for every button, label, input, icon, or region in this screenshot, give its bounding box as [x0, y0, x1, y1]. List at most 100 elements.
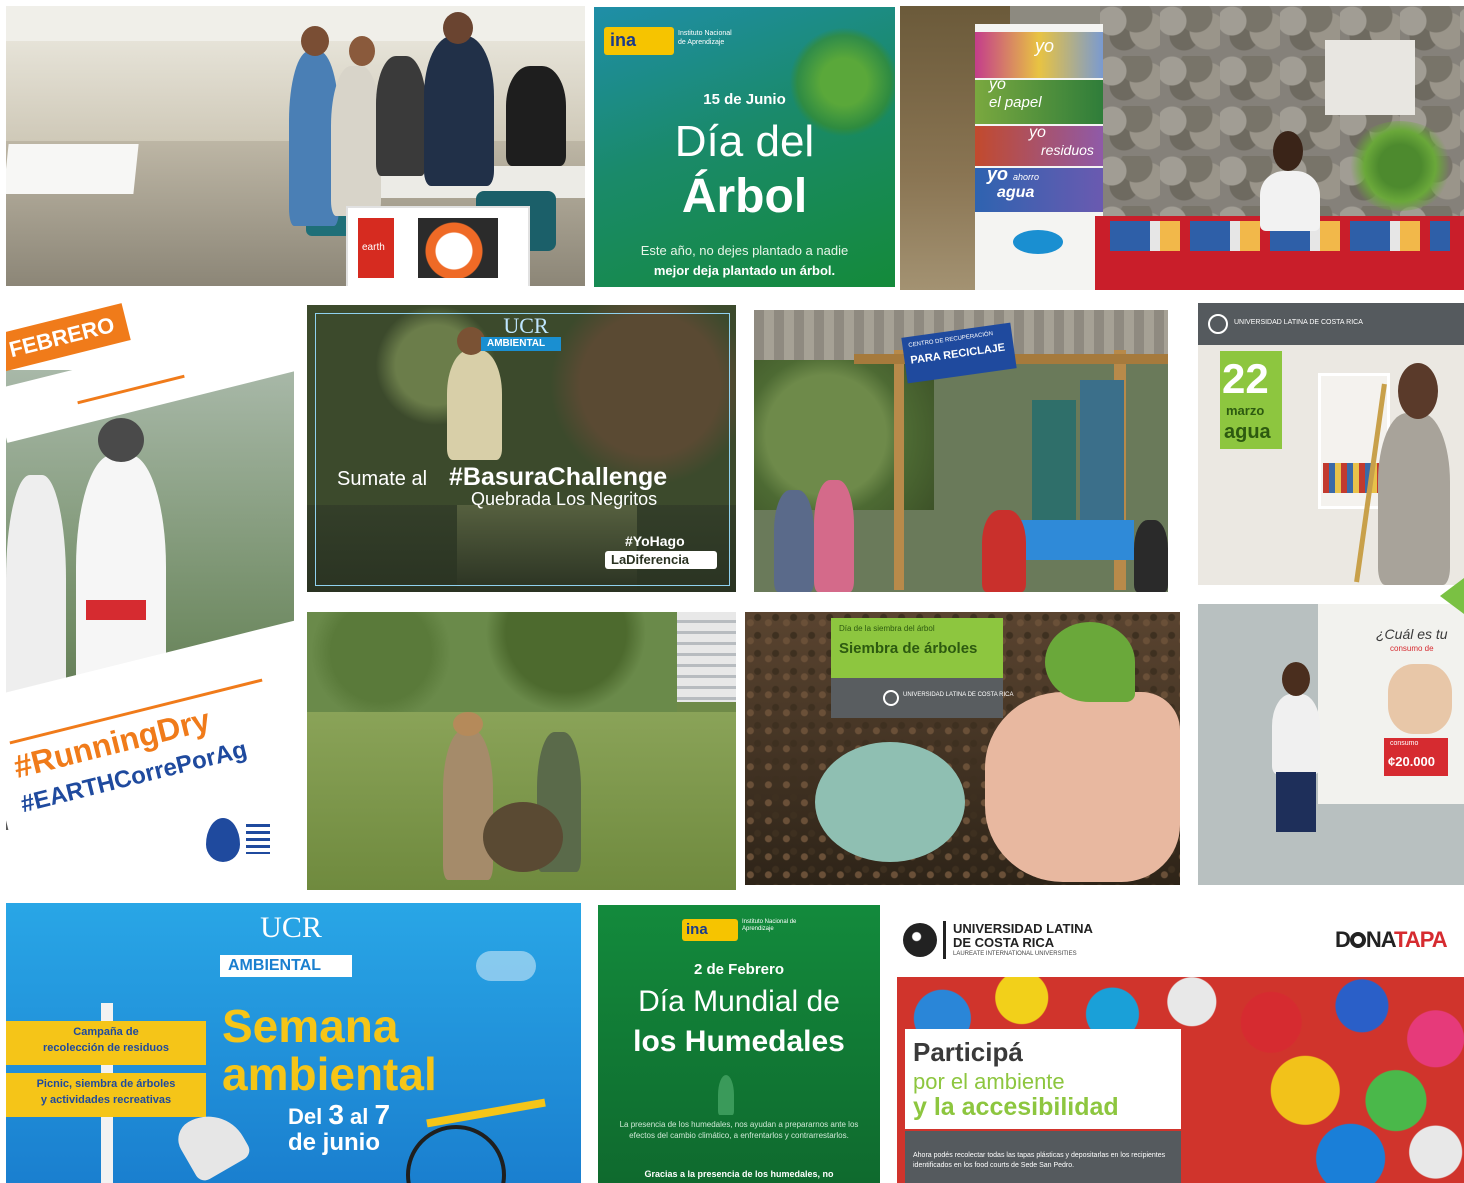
singing-woman	[1378, 413, 1450, 585]
yo-line-3: residuos	[1041, 142, 1094, 158]
carousel-next-arrow[interactable]	[1440, 578, 1464, 614]
ceiling	[6, 6, 585, 41]
sign-2: Picnic, siembra de árboles y actividades…	[6, 1073, 206, 1117]
title-green-box: Día de la siembra del árbol Siembra de á…	[831, 618, 1003, 678]
tile-ina-dia-del-arbol[interactable]: ina Instituto Nacional de Aprendizaje 15…	[594, 7, 895, 287]
sign-1: Campaña de recolección de residuos	[6, 1021, 206, 1065]
tile-siembra-de-arboles[interactable]: Día de la siembra del árbol Siembra de á…	[745, 612, 1180, 885]
drop-logo-text-block	[246, 824, 270, 854]
woman-at-table	[1260, 171, 1320, 231]
dates-start: 3	[328, 1099, 344, 1130]
ladiferencia-box: LaDiferencia	[605, 551, 717, 569]
title-ambiental: ambiental	[222, 1048, 437, 1100]
title-line-2: Árbol	[681, 170, 808, 223]
logo-divider	[943, 921, 946, 959]
building	[667, 612, 736, 702]
day-number: 22	[1222, 355, 1269, 402]
water-word: agua	[1224, 421, 1271, 443]
title-line-1: Día Mundial de	[638, 985, 840, 1018]
ina-logo-subtitle: Instituto Nacional de Aprendizaje	[742, 919, 797, 932]
woman-head	[1273, 131, 1303, 171]
tile-donatapa[interactable]: UNIVERSIDAD LATINA DE COSTA RICA LAUREAT…	[897, 905, 1464, 1183]
yo-line-4-prefix: yo	[987, 164, 1009, 184]
yo-line-2: el papel	[989, 94, 1042, 111]
dates-end: 7	[374, 1099, 391, 1130]
question-line-1: ¿Cuál es tu	[1376, 626, 1448, 642]
tile-cafeteria-photo[interactable]: earth	[6, 6, 585, 286]
quebrada-subtitle: Quebrada Los Negritos	[471, 489, 658, 509]
presenter-top	[1272, 694, 1320, 774]
footer-line-1: Este año, no dejes plantado a nadie	[640, 243, 849, 258]
ladiferencia-tag: LaDiferencia	[611, 552, 690, 567]
date-block: 22 marzo agua	[1220, 351, 1282, 449]
dates-line-2: de junio	[288, 1129, 380, 1156]
ucr-tag-box: AMBIENTAL	[220, 955, 352, 977]
tile-basura-challenge[interactable]: UCR AMBIENTAL Sumate al #BasuraChallenge…	[307, 305, 736, 592]
title-line-1: Día del	[674, 117, 815, 166]
yo-line-2-prefix: yo	[989, 76, 1006, 93]
table-left	[6, 144, 139, 194]
tile-running-dry[interactable]: FEBRERO #RunningDry #EARTHCorrePorAg	[6, 300, 294, 887]
yo-line-3-prefix: yo	[1029, 124, 1046, 141]
ina-logo-block: ina	[604, 27, 674, 55]
planter-1	[443, 730, 493, 880]
title-semana: Semana	[222, 1000, 399, 1052]
runner-2-cap	[98, 418, 144, 462]
header-bar: UNIVERSIDAD LATINA DE COSTA RICA	[1198, 303, 1464, 345]
planter-1-hat	[453, 712, 483, 736]
presenter-skirt	[1276, 772, 1316, 832]
heron-silhouette	[718, 1075, 734, 1115]
presenter-head	[1282, 662, 1310, 696]
basura-hashtag: #BasuraChallenge	[449, 463, 668, 491]
tile-tree-planting-photo[interactable]	[307, 612, 736, 890]
person-2-head	[349, 36, 375, 66]
tile-consumo-presentation[interactable]: ¿Cuál es tu consumo de consumo ¢20.000	[1198, 604, 1464, 885]
person-4	[424, 36, 494, 186]
water-drop-icon	[206, 818, 240, 862]
earth-table-sign: earth	[346, 206, 530, 286]
ina-logo-block: ina	[682, 919, 738, 941]
tile-semana-ambiental[interactable]: UCR AMBIENTAL Campaña de recolección de …	[6, 903, 581, 1183]
month-label: FEBRERO	[6, 311, 117, 363]
earth-logo-text: earth	[362, 242, 385, 253]
brand-o-cap-icon	[1349, 932, 1366, 948]
tile-recycling-center[interactable]: CENTRO DE RECUPERACIÓN PARA RECICLAJE	[754, 310, 1168, 592]
ucr-logo: UCR	[260, 911, 322, 944]
tile-stone-wall-stand[interactable]: yo yo el papel yo residuos yo ahorro agu…	[900, 6, 1464, 290]
logo-gray-box: UNIVERSIDAD LATINA DE COSTA RICA	[831, 678, 1013, 718]
month-label: marzo	[1226, 403, 1265, 418]
body-text: Ahora podés recolectar todas las tapas p…	[913, 1152, 1166, 1169]
person-3	[376, 56, 426, 176]
shovel-blade	[815, 742, 965, 862]
siembra-title: Siembra de árboles	[839, 640, 978, 657]
student-3	[982, 510, 1026, 592]
yohago-tag: #YoHago	[625, 533, 685, 549]
ulatina-line-3: LAUREATE INTERNATIONAL UNIVERSITIES	[953, 951, 1077, 957]
price-label: consumo	[1390, 740, 1419, 747]
heading-accesibilidad: y la accesibilidad	[913, 1093, 1119, 1121]
woman-head	[1398, 363, 1438, 419]
student-1	[774, 490, 814, 592]
dates-line-1: Del 3 al 7	[288, 1099, 390, 1131]
person-2	[331, 66, 381, 216]
tile-dia-humedales[interactable]: ina Instituto Nacional de Aprendizaje 2 …	[598, 905, 880, 1183]
tile-dia-del-agua[interactable]: UNIVERSIDAD LATINA DE COSTA RICA 22 marz…	[1198, 303, 1464, 585]
earth-logo-block: earth	[358, 218, 394, 278]
bicycle-frame	[426, 1098, 546, 1128]
footer-line-2: mejor deja plantado un árbol.	[653, 263, 836, 278]
person-4-head	[443, 12, 473, 44]
sapling	[1045, 622, 1135, 702]
globe-icon	[1208, 314, 1228, 334]
paper-tree-decor	[1345, 121, 1455, 211]
sign-1-line-2: recolección de residuos	[43, 1042, 169, 1054]
student-4	[1134, 520, 1168, 592]
yo-line-1: yo	[1035, 36, 1055, 56]
cloud	[476, 951, 536, 981]
ucr-tag-box: AMBIENTAL	[481, 337, 561, 351]
person-5	[506, 66, 566, 166]
bicycle-wheel	[406, 1125, 506, 1183]
globe-logo-icon	[903, 923, 937, 957]
runner-2-shorts	[86, 600, 146, 620]
student-2	[814, 480, 854, 592]
question-line-2: consumo de	[1390, 644, 1434, 653]
